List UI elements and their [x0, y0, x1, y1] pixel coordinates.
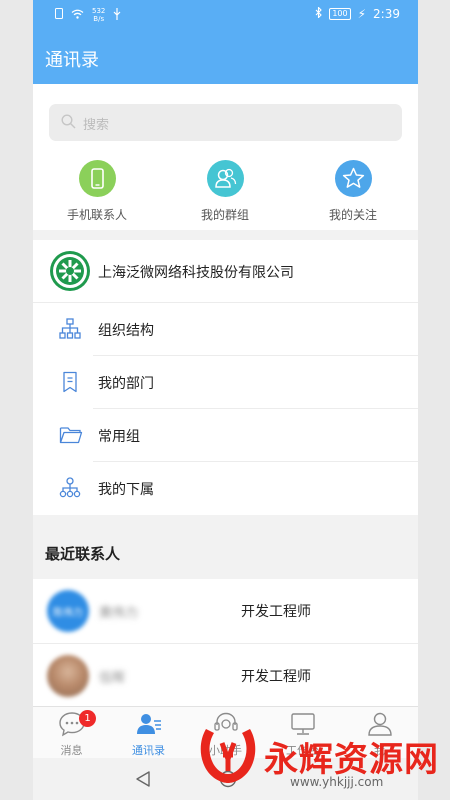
battery-indicator: 100	[329, 8, 351, 20]
tab-label: 消息	[60, 744, 83, 757]
contacts-icon	[136, 714, 161, 734]
menu-item-label: 组织结构	[98, 323, 154, 339]
menu-item-label: 我的部门	[98, 376, 154, 392]
search-input[interactable]: 搜索	[49, 104, 402, 141]
watermark-text: 永辉资源网	[264, 739, 439, 780]
org-chart-icon	[59, 318, 81, 339]
search-area: 搜索	[33, 84, 418, 144]
contact-name: 黄伟力	[99, 606, 139, 621]
quick-action-label: 手机联系人	[66, 208, 127, 222]
contact-name: 伍晖	[99, 671, 126, 686]
net-speed: 532 B/s	[92, 7, 106, 23]
status-bar: 532 B/s 100 ⚡ 2:39	[33, 0, 418, 32]
watermark-url: www.yhkjjj.com	[290, 775, 384, 789]
phone-screen: 532 B/s 100 ⚡ 2:39 通讯录 搜索 手机联系人 我的群组 我的关…	[33, 0, 418, 800]
bookmark-icon	[63, 371, 77, 393]
menu-item-org-structure[interactable]: 组织结构	[33, 303, 418, 356]
back-icon[interactable]	[135, 770, 151, 788]
tab-messages[interactable]: 1 消息	[33, 710, 110, 758]
quick-action-my-follows[interactable]: 我的关注	[298, 160, 408, 223]
tab-contacts[interactable]: 通讯录	[110, 711, 187, 758]
company-logo	[50, 251, 90, 291]
menu-item-label: 常用组	[98, 429, 140, 445]
search-icon	[61, 114, 76, 129]
folder-icon	[59, 427, 83, 444]
wifi-icon	[71, 9, 84, 22]
group-icon	[206, 160, 244, 197]
section-divider	[33, 230, 418, 240]
quick-action-phone-contacts[interactable]: 手机联系人	[42, 160, 152, 223]
bluetooth-icon	[315, 6, 323, 21]
title-bar: 通讯录	[33, 32, 418, 84]
sim-icon	[55, 8, 63, 22]
unread-badge: 1	[79, 710, 96, 727]
page-title: 通讯录	[45, 50, 99, 71]
charging-icon: ⚡	[357, 7, 367, 21]
watermark-logo	[200, 729, 256, 783]
quick-actions: 手机联系人 我的群组 我的关注	[33, 144, 418, 230]
search-placeholder: 搜索	[83, 118, 110, 133]
menu-item-common-groups[interactable]: 常用组	[33, 409, 418, 462]
avatar	[47, 655, 89, 697]
recent-contacts-header: 最近联系人	[33, 515, 418, 579]
company-row[interactable]: 上海泛微网络科技股份有限公司	[33, 240, 418, 303]
usb-icon	[113, 7, 121, 23]
clock: 2:39	[373, 7, 400, 21]
menu-item-label: 我的下属	[98, 482, 154, 498]
quick-action-label: 我的群组	[200, 208, 249, 222]
star-icon	[334, 160, 372, 197]
section-title: 最近联系人	[45, 545, 121, 563]
contact-role: 开发工程师	[241, 669, 311, 685]
menu-item-my-subordinates[interactable]: 我的下属	[33, 462, 418, 515]
contact-row[interactable]: 陈伟力 黄伟力 开发工程师	[33, 579, 418, 644]
company-name: 上海泛微网络科技股份有限公司	[98, 265, 294, 281]
main-content: 搜索 手机联系人 我的群组 我的关注 上海泛微网络科技股份有限公司 组织结构 我…	[33, 84, 418, 709]
menu-item-my-department[interactable]: 我的部门	[33, 356, 418, 409]
tab-label: 通讯录	[132, 744, 165, 757]
avatar: 陈伟力	[47, 590, 89, 632]
phone-icon	[78, 160, 116, 197]
subordinates-icon	[59, 477, 81, 498]
quick-action-my-groups[interactable]: 我的群组	[170, 160, 280, 223]
contact-row[interactable]: 伍晖 开发工程师	[33, 644, 418, 709]
avatar-text: 陈伟力	[53, 608, 83, 619]
watermark: 永辉资源网 www.yhkjjj.com	[196, 725, 439, 789]
quick-action-label: 我的关注	[328, 208, 377, 222]
contact-role: 开发工程师	[241, 604, 311, 620]
